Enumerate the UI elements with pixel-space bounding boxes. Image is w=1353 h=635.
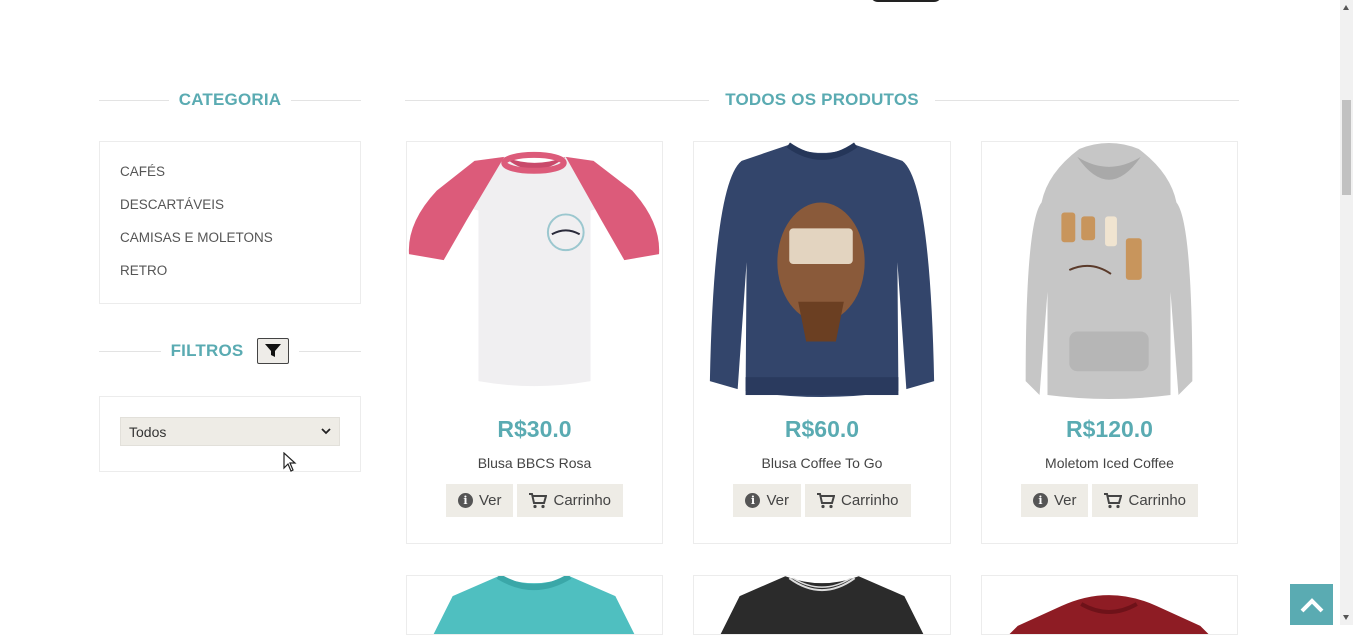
product-card: R$60.0 Blusa Coffee To Go i Ver Carrinho — [693, 141, 951, 544]
cart-button-label: Carrinho — [553, 492, 612, 509]
product-card — [406, 575, 663, 635]
cart-button-label: Carrinho — [840, 492, 899, 509]
info-icon: i — [457, 493, 473, 508]
mouse-cursor-icon — [283, 452, 297, 472]
product-name: Blusa BBCS Rosa — [477, 455, 592, 471]
products-title: TODOS OS PRODUTOS — [725, 90, 919, 109]
divider — [99, 350, 161, 352]
cart-button-label: Carrinho — [1128, 492, 1187, 509]
product-image-pink-raglan-shirt[interactable] — [407, 142, 662, 400]
chevron-down-icon — [321, 428, 331, 435]
filter-button[interactable] — [257, 338, 290, 364]
product-name: Blusa Coffee To Go — [761, 455, 883, 471]
filters-title: FILTROS — [170, 341, 244, 360]
scroll-down-arrow-icon[interactable] — [1343, 615, 1349, 620]
chevron-up-icon — [1300, 597, 1323, 612]
view-button[interactable]: i Ver — [733, 484, 801, 517]
view-button[interactable]: i Ver — [1020, 484, 1089, 517]
funnel-icon — [265, 344, 282, 357]
product-image-black-shirt[interactable] — [694, 576, 950, 635]
cart-icon — [529, 492, 548, 508]
page-scrollbar[interactable] — [1340, 0, 1353, 625]
product-image-red-shirt[interactable] — [982, 576, 1237, 635]
add-to-cart-button[interactable]: Carrinho — [804, 484, 911, 517]
product-card: R$120.0 Moletom Iced Coffee i Ver Carrin… — [981, 141, 1238, 544]
scrollbar-thumb[interactable] — [1342, 100, 1351, 195]
category-title: CATEGORIA — [178, 90, 282, 109]
filter-select-value: Todos — [129, 423, 167, 440]
category-item-descartaveis[interactable]: DESCARTÁVEIS — [120, 193, 360, 226]
filters-box: Todos — [99, 396, 361, 472]
category-header: CATEGORIA — [99, 90, 362, 110]
previous-section-image-edge — [870, 0, 942, 2]
product-image-teal-shirt[interactable] — [407, 576, 662, 635]
back-to-top-button[interactable] — [1290, 584, 1333, 625]
add-to-cart-button[interactable]: Carrinho — [1092, 484, 1199, 517]
add-to-cart-button[interactable]: Carrinho — [517, 484, 624, 517]
view-button[interactable]: i Ver — [445, 484, 514, 517]
filters-header: FILTROS — [99, 338, 362, 364]
product-card: R$30.0 Blusa BBCS Rosa i Ver Carrinho — [406, 141, 663, 544]
category-item-camisas-e-moletons[interactable]: CAMISAS E MOLETONS — [120, 226, 360, 259]
product-card — [693, 575, 951, 635]
category-item-retro[interactable]: RETRO — [120, 259, 360, 292]
product-card — [981, 575, 1238, 635]
category-list-box: CAFÉS DESCARTÁVEIS CAMISAS E MOLETONS RE… — [99, 141, 361, 304]
info-icon: i — [1032, 493, 1048, 508]
view-button-label: Ver — [1053, 492, 1077, 509]
product-image-navy-sweatshirt[interactable] — [694, 142, 950, 400]
products-header: TODOS OS PRODUTOS — [405, 90, 1239, 110]
category-item-cafes[interactable]: CAFÉS — [120, 160, 360, 193]
view-button-label: Ver — [478, 492, 502, 509]
product-name: Moletom Iced Coffee — [1045, 455, 1174, 471]
divider — [934, 99, 1239, 101]
product-image-grey-hoodie[interactable] — [982, 142, 1237, 400]
cart-icon — [1104, 492, 1123, 508]
divider — [291, 99, 362, 101]
info-icon: i — [745, 493, 761, 508]
product-price: R$30.0 — [497, 416, 572, 442]
filter-select[interactable]: Todos — [120, 417, 340, 446]
scroll-up-arrow-icon[interactable] — [1343, 5, 1349, 10]
divider — [99, 99, 169, 101]
divider — [299, 350, 362, 352]
product-price: R$60.0 — [784, 416, 860, 442]
category-list: CAFÉS DESCARTÁVEIS CAMISAS E MOLETONS RE… — [100, 142, 360, 292]
cart-icon — [816, 492, 835, 508]
product-price: R$120.0 — [1066, 416, 1153, 442]
divider — [405, 99, 710, 101]
view-button-label: Ver — [766, 492, 789, 509]
